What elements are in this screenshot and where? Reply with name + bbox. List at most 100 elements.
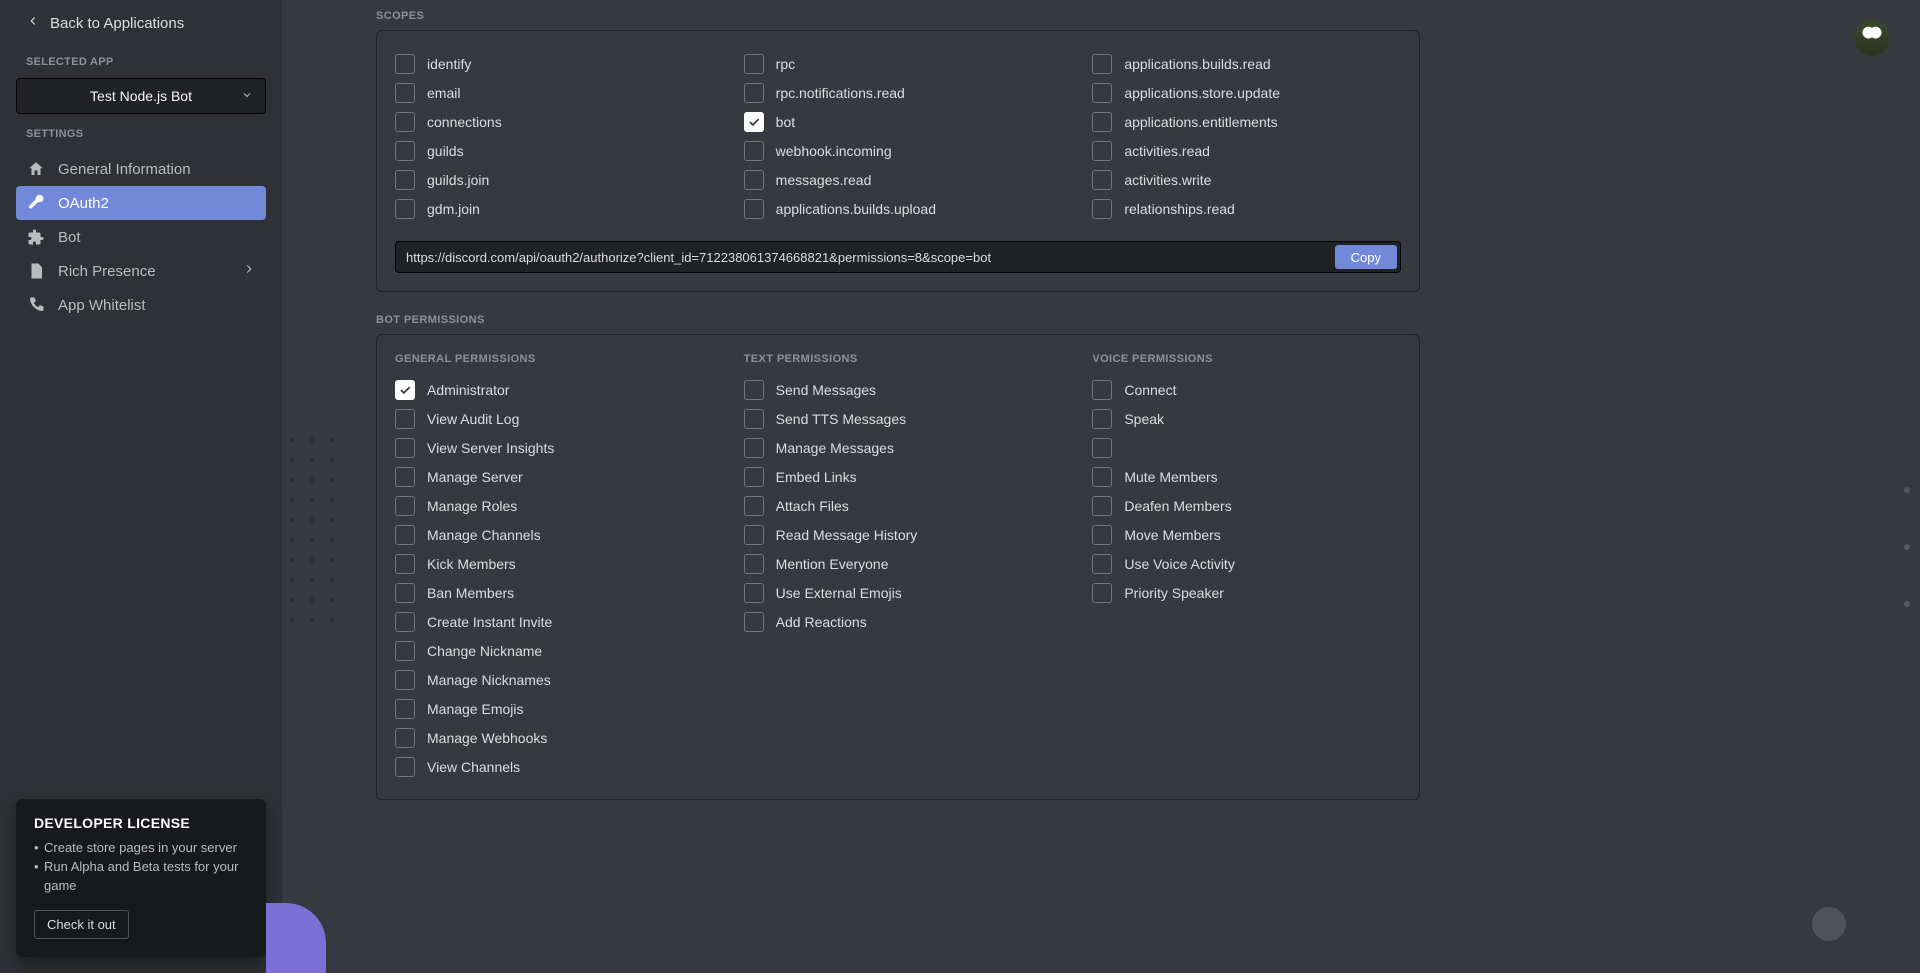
checkbox-row[interactable]: rpc: [744, 49, 1053, 78]
checkbox-row[interactable]: messages.read: [744, 165, 1053, 194]
checkbox[interactable]: [395, 112, 415, 132]
checkbox-row[interactable]: gdm.join: [395, 194, 704, 223]
checkbox[interactable]: [744, 199, 764, 219]
nav-app-whitelist[interactable]: App Whitelist: [16, 288, 266, 322]
checkbox-row[interactable]: Manage Webhooks: [395, 723, 704, 752]
checkbox[interactable]: [1092, 380, 1112, 400]
back-to-applications[interactable]: Back to Applications: [0, 0, 282, 42]
checkbox-row[interactable]: identify: [395, 49, 704, 78]
checkbox[interactable]: [395, 728, 415, 748]
checkbox[interactable]: [744, 83, 764, 103]
checkbox-row[interactable]: applications.builds.read: [1092, 49, 1401, 78]
checkbox[interactable]: [744, 554, 764, 574]
nav-general-information[interactable]: General Information: [16, 152, 266, 186]
checkbox[interactable]: [395, 554, 415, 574]
nav-bot[interactable]: Bot: [16, 220, 266, 254]
checkbox-row[interactable]: relationships.read: [1092, 194, 1401, 223]
checkbox[interactable]: [395, 54, 415, 74]
checkbox-row[interactable]: Send Messages: [744, 375, 1053, 404]
checkbox[interactable]: [744, 409, 764, 429]
checkbox[interactable]: [1092, 583, 1112, 603]
checkbox[interactable]: [744, 54, 764, 74]
checkbox-row[interactable]: email: [395, 78, 704, 107]
checkbox[interactable]: [395, 380, 415, 400]
copy-button[interactable]: Copy: [1335, 245, 1397, 269]
checkbox[interactable]: [744, 467, 764, 487]
checkbox[interactable]: [1092, 409, 1112, 429]
checkbox-row[interactable]: Deafen Members: [1092, 491, 1401, 520]
checkbox-row[interactable]: applications.builds.upload: [744, 194, 1053, 223]
checkbox[interactable]: [395, 170, 415, 190]
checkbox[interactable]: [395, 525, 415, 545]
checkbox-row[interactable]: Priority Speaker: [1092, 578, 1401, 607]
checkbox-row[interactable]: Ban Members: [395, 578, 704, 607]
checkbox-row[interactable]: Change Nickname: [395, 636, 704, 665]
checkbox-row[interactable]: connections: [395, 107, 704, 136]
checkbox[interactable]: [1092, 525, 1112, 545]
checkbox-row[interactable]: rpc.notifications.read: [744, 78, 1053, 107]
checkbox-row[interactable]: Kick Members: [395, 549, 704, 578]
checkbox[interactable]: [395, 409, 415, 429]
checkbox[interactable]: [395, 467, 415, 487]
checkbox-row[interactable]: Manage Emojis: [395, 694, 704, 723]
checkbox-row[interactable]: applications.entitlements: [1092, 107, 1401, 136]
checkbox-row[interactable]: Embed Links: [744, 462, 1053, 491]
checkbox[interactable]: [395, 438, 415, 458]
checkbox-row[interactable]: [1092, 433, 1401, 462]
oauth-url-input[interactable]: [396, 242, 1335, 272]
checkbox[interactable]: [1092, 438, 1112, 458]
nav-rich-presence[interactable]: Rich Presence: [16, 254, 266, 288]
checkbox[interactable]: [395, 583, 415, 603]
checkbox-row[interactable]: Manage Messages: [744, 433, 1053, 462]
checkbox-row[interactable]: activities.write: [1092, 165, 1401, 194]
checkbox[interactable]: [1092, 496, 1112, 516]
checkbox-row[interactable]: Manage Channels: [395, 520, 704, 549]
checkbox[interactable]: [744, 112, 764, 132]
checkbox-row[interactable]: View Server Insights: [395, 433, 704, 462]
checkbox[interactable]: [395, 699, 415, 719]
checkbox[interactable]: [395, 199, 415, 219]
checkbox-row[interactable]: Manage Server: [395, 462, 704, 491]
checkbox[interactable]: [395, 83, 415, 103]
checkbox-row[interactable]: Attach Files: [744, 491, 1053, 520]
checkbox[interactable]: [744, 438, 764, 458]
checkbox-row[interactable]: Administrator: [395, 375, 704, 404]
checkbox-row[interactable]: Speak: [1092, 404, 1401, 433]
checkbox-row[interactable]: Mute Members: [1092, 462, 1401, 491]
checkbox-row[interactable]: View Audit Log: [395, 404, 704, 433]
checkbox-row[interactable]: Manage Roles: [395, 491, 704, 520]
checkbox-row[interactable]: Mention Everyone: [744, 549, 1053, 578]
nav-oauth2[interactable]: OAuth2: [16, 186, 266, 220]
checkbox[interactable]: [1092, 467, 1112, 487]
checkbox[interactable]: [744, 583, 764, 603]
checkbox[interactable]: [1092, 170, 1112, 190]
checkbox-row[interactable]: Add Reactions: [744, 607, 1053, 636]
checkbox[interactable]: [1092, 141, 1112, 161]
checkbox[interactable]: [744, 141, 764, 161]
checkbox-row[interactable]: Connect: [1092, 375, 1401, 404]
checkbox-row[interactable]: Read Message History: [744, 520, 1053, 549]
checkbox[interactable]: [1092, 554, 1112, 574]
checkbox-row[interactable]: guilds.join: [395, 165, 704, 194]
checkbox[interactable]: [395, 141, 415, 161]
checkbox[interactable]: [744, 380, 764, 400]
floating-help-button[interactable]: [1812, 907, 1846, 941]
checkbox-row[interactable]: Use Voice Activity: [1092, 549, 1401, 578]
checkbox-row[interactable]: webhook.incoming: [744, 136, 1053, 165]
checkbox-row[interactable]: View Channels: [395, 752, 704, 781]
selected-app-dropdown[interactable]: Test Node.js Bot: [16, 78, 266, 114]
checkbox-row[interactable]: Send TTS Messages: [744, 404, 1053, 433]
checkbox[interactable]: [744, 525, 764, 545]
user-avatar[interactable]: [1854, 20, 1890, 56]
checkbox[interactable]: [395, 496, 415, 516]
checkbox-row[interactable]: Use External Emojis: [744, 578, 1053, 607]
checkbox-row[interactable]: activities.read: [1092, 136, 1401, 165]
checkbox-row[interactable]: Create Instant Invite: [395, 607, 704, 636]
checkbox[interactable]: [395, 612, 415, 632]
checkbox-row[interactable]: applications.store.update: [1092, 78, 1401, 107]
checkbox-row[interactable]: Move Members: [1092, 520, 1401, 549]
checkbox[interactable]: [744, 170, 764, 190]
checkbox[interactable]: [744, 612, 764, 632]
checkbox[interactable]: [395, 670, 415, 690]
checkbox[interactable]: [395, 757, 415, 777]
